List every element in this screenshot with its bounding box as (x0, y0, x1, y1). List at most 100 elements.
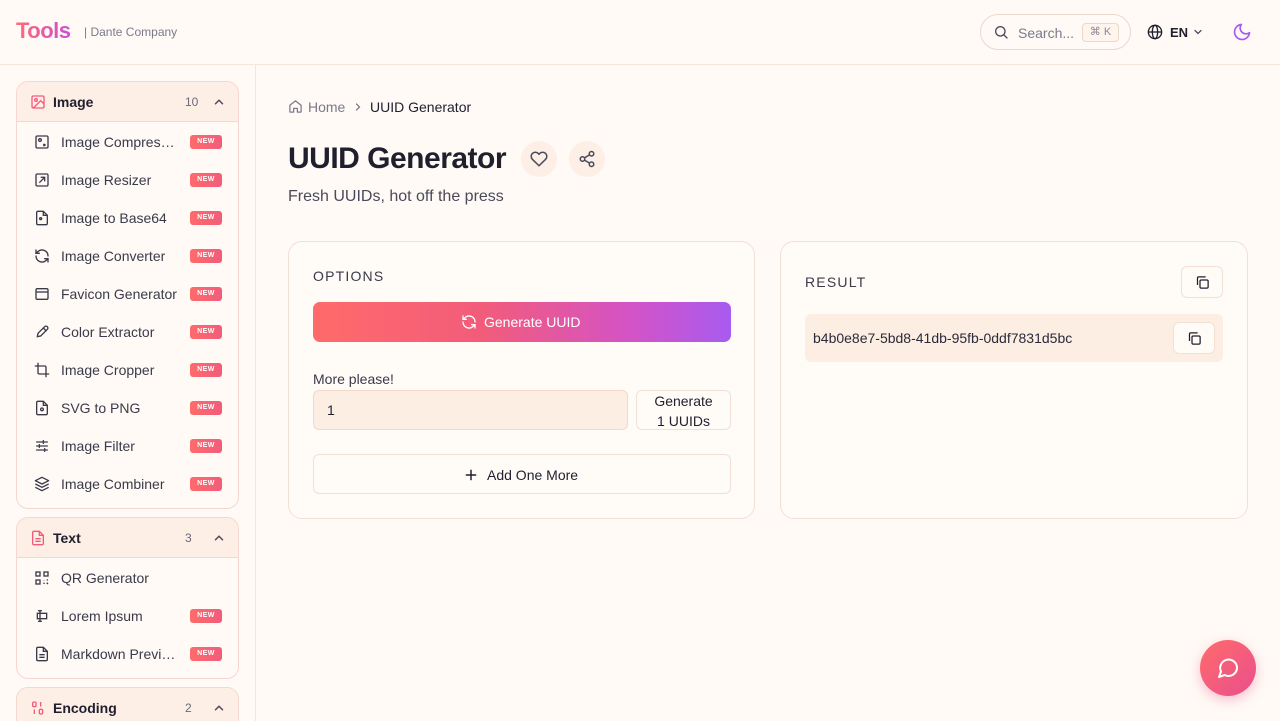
new-badge: NEW (190, 609, 222, 623)
sidebar-group-count: 3 (185, 531, 192, 545)
sidebar-item-image-converter[interactable]: Image Converter NEW (17, 236, 238, 274)
language-code: EN (1170, 25, 1189, 40)
sidebar-group-count: 10 (185, 95, 199, 109)
sidebar-group-title: Image (53, 94, 94, 110)
sidebar-group-header[interactable]: Image 10 (17, 82, 238, 122)
search-placeholder: Search... (1018, 25, 1075, 41)
new-badge: NEW (190, 211, 222, 225)
search-shortcut: ⌘ K (1082, 23, 1119, 42)
file-text-icon (32, 530, 44, 546)
result-label: RESULT (805, 274, 867, 290)
search-box[interactable]: Search... ⌘ K (980, 14, 1131, 50)
breadcrumb-home-link[interactable]: Home (308, 99, 345, 115)
binary-icon (32, 701, 44, 715)
sidebar-item-qr-generator[interactable]: QR Generator (17, 558, 238, 596)
sidebar-item-image-cropper[interactable]: Image Cropper NEW (17, 350, 238, 388)
search-icon (995, 26, 1008, 39)
add-one-more-button[interactable]: Add One More (313, 454, 731, 494)
copy-icon (1196, 276, 1209, 289)
sidebar-item-markdown-preview[interactable]: Markdown Preview NEW (17, 634, 238, 672)
sidebar-item-label: Image Filter (61, 438, 135, 454)
bulk-button-line1: Generate (654, 393, 713, 409)
new-badge: NEW (190, 401, 222, 415)
company-name: | Dante Company (84, 25, 178, 39)
sidebar-item-image-combiner[interactable]: Image Combiner NEW (17, 464, 238, 502)
sidebar-group-title: Text (53, 530, 81, 546)
sidebar-item-label: Image to Base64 (61, 210, 167, 226)
plus-icon (465, 469, 477, 481)
new-badge: NEW (190, 477, 222, 491)
sidebar-item-lorem-ipsum[interactable]: Lorem Ipsum NEW (17, 596, 238, 634)
add-one-more-label: Add One More (487, 467, 579, 483)
chevron-right-icon (355, 103, 361, 111)
new-badge: NEW (190, 363, 222, 377)
file-image-icon (36, 210, 48, 226)
sidebar-item-image-filter[interactable]: Image Filter NEW (17, 426, 238, 464)
resize-icon (35, 173, 49, 187)
sidebar-item-label: Markdown Preview (61, 646, 179, 662)
top-header: Tools | Dante Company Search... ⌘ K EN (0, 0, 1280, 65)
eyedropper-icon (36, 325, 49, 338)
sidebar-item-favicon-generator[interactable]: Favicon Generator NEW (17, 274, 238, 312)
copy-all-button[interactable] (1181, 266, 1223, 298)
page-title: UUID Generator (288, 142, 507, 175)
image-compress-icon (35, 135, 49, 149)
layers-icon (34, 476, 50, 492)
sidebar-item-label: Favicon Generator (61, 286, 177, 302)
sidebar-item-label: QR Generator (61, 570, 149, 586)
bulk-button-line2: 1 UUIDs (657, 413, 710, 429)
copy-uuid-button[interactable] (1173, 322, 1215, 354)
sidebar-item-image-compressor[interactable]: Image Compressor NEW (17, 122, 238, 160)
new-badge: NEW (190, 439, 222, 453)
favorite-button[interactable] (521, 141, 557, 177)
moon-icon[interactable] (1232, 22, 1252, 42)
sidebar-group-image: Image 10 Image Compressor NEW Image Resi… (16, 81, 239, 509)
new-badge: NEW (190, 325, 222, 339)
page-subtitle: Fresh UUIDs, hot off the press (288, 188, 504, 205)
sidebar-item-label: SVG to PNG (61, 400, 141, 416)
sidebar-item-label: Image Compressor (61, 134, 179, 150)
logo[interactable]: Tools (16, 18, 71, 44)
file-code-icon (36, 400, 48, 416)
sidebar-group-header[interactable]: Encoding 2 (17, 688, 238, 721)
uuid-value[interactable]: b4b0e8e7-5bd8-41db-95fb-0ddf7831d5bc (813, 330, 1072, 346)
chevron-up-icon[interactable] (212, 95, 226, 109)
result-card: RESULT b4b0e8e7-5bd8-41db-95fb-0ddf7831d… (780, 241, 1248, 519)
sidebar-item-image-to-base64[interactable]: Image to Base64 NEW (17, 198, 238, 236)
chevron-up-icon[interactable] (212, 701, 226, 715)
text-cursor-icon (36, 610, 48, 622)
uuid-count-input[interactable] (313, 390, 628, 430)
share-button[interactable] (569, 141, 605, 177)
breadcrumb-current: UUID Generator (370, 99, 472, 115)
new-badge: NEW (190, 249, 222, 263)
sidebar-group-header[interactable]: Text 3 (17, 518, 238, 558)
new-badge: NEW (190, 287, 222, 301)
sidebar-group-count: 2 (185, 701, 192, 715)
share-icon (579, 150, 595, 168)
new-badge: NEW (190, 173, 222, 187)
sidebar-group-text: Text 3 QR Generator Lorem Ipsum NEW Mark… (16, 517, 239, 679)
generate-bulk-button[interactable]: Generate 1 UUIDs (636, 390, 731, 430)
sidebar-item-label: Image Combiner (61, 476, 165, 492)
chat-button[interactable] (1200, 640, 1256, 696)
new-badge: NEW (190, 647, 222, 661)
file-text-icon (36, 646, 48, 662)
sidebar-item-svg-to-png[interactable]: SVG to PNG NEW (17, 388, 238, 426)
sidebar-item-label: Lorem Ipsum (61, 608, 143, 624)
sidebar-item-label: Color Extractor (61, 324, 155, 340)
sidebar-item-image-resizer[interactable]: Image Resizer NEW (17, 160, 238, 198)
sidebar-item-label: Image Converter (61, 248, 166, 264)
chevron-up-icon[interactable] (212, 531, 226, 545)
options-card: OPTIONS Generate UUID More please! Gener… (288, 241, 755, 519)
options-label: OPTIONS (313, 268, 385, 284)
generate-uuid-button[interactable]: Generate UUID (313, 302, 731, 342)
generate-uuid-label: Generate UUID (484, 314, 581, 330)
chevron-down-icon (1194, 29, 1202, 35)
home-icon (289, 100, 302, 113)
sliders-icon (36, 440, 48, 452)
qr-code-icon (35, 571, 49, 585)
uuid-result-row: b4b0e8e7-5bd8-41db-95fb-0ddf7831d5bc (805, 314, 1223, 362)
copy-icon (1188, 332, 1201, 345)
sidebar-item-color-extractor[interactable]: Color Extractor NEW (17, 312, 238, 350)
sidebar-group-encoding: Encoding 2 (16, 687, 239, 721)
